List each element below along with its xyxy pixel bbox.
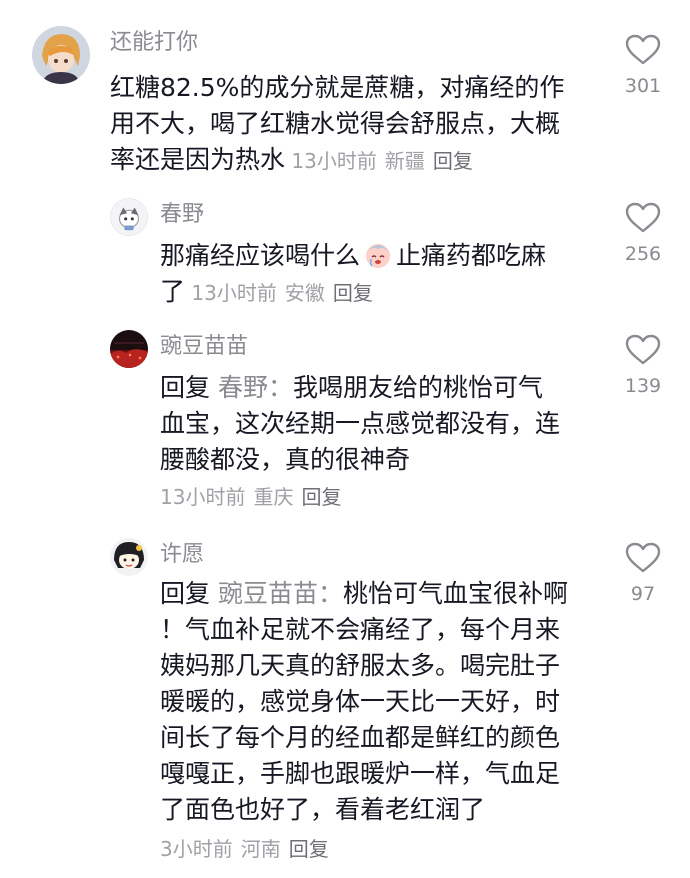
cartoon-girl-avatar-icon [110,538,148,576]
reply-item: 春野 那痛经应该喝什么 止痛药都吃麻 了 13小时前 安徽 回复 256 [0,190,690,310]
like-button[interactable]: 301 [613,34,673,98]
comment-text-fragment: 了 [160,277,186,306]
heart-outline-icon [625,202,661,233]
comment-text-fragment: 我喝朋友给的桃怡可气 [292,373,543,402]
comment-meta: 13小时前 新疆 回复 [285,149,473,173]
anime-girl-avatar-icon [32,26,90,84]
comment-location: 新疆 [384,149,425,173]
comment-time: 13小时前 [160,485,246,509]
comment-text-line: 了 13小时前 安徽 回复 [160,274,546,310]
comment-text-line: 回复 春野：我喝朋友给的桃怡可气 [160,370,560,406]
like-count: 139 [624,375,662,397]
like-button[interactable]: 97 [613,542,673,606]
reply-item: 许愿 回复 豌豆苗苗：桃怡可气血宝很补啊 ！气血补足就不会痛经了，每个月来 姨妈… [0,530,690,870]
comment-time: 13小时前 [291,149,377,173]
crying-face-emoji [366,244,391,268]
comment-text-line: 回复 豌豆苗苗：桃怡可气血宝很补啊 [160,576,568,612]
reply-button[interactable]: 回复 [333,281,373,305]
like-count: 97 [630,583,656,605]
comment-username[interactable]: 许愿 [160,540,204,570]
reply-button[interactable]: 回复 [433,149,473,173]
comment-text: 那痛经应该喝什么 止痛药都吃麻 了 13小时前 安徽 回复 [160,238,546,310]
comment-location: 河南 [240,837,281,861]
reply-target-username[interactable]: 春野： [218,373,293,402]
like-count: 256 [624,243,662,265]
comment-username[interactable]: 春野 [160,200,204,230]
like-button[interactable]: 139 [613,334,673,398]
cartoon-avatar-icon [111,199,147,235]
reply-target-username[interactable]: 豌豆苗苗： [218,579,343,608]
comment-text-line: 暖暖的，感觉身体一天比一天好，时 [160,687,561,716]
comment-text-line: 腰酸都没，真的很神奇 [160,445,411,474]
user-avatar[interactable] [32,26,90,84]
comment-location: 重庆 [253,485,294,509]
comment-meta: 13小时前 安徽 回复 [185,281,373,305]
red-scene-avatar-icon [110,330,148,368]
comment-time: 13小时前 [191,281,277,305]
comment-text-fragment: 桃怡可气血宝很补啊 [342,579,568,608]
like-button[interactable]: 256 [613,202,673,266]
comment-text-line: 率还是因为热水 13小时前 新疆 回复 [110,142,564,178]
heart-outline-icon [625,542,661,573]
comment-text-fragment: 那痛经应该喝什么 [160,241,361,270]
comment-text-line: 血宝，这次经期一点感觉都没有，连 [160,409,561,438]
comment-text: 回复 豌豆苗苗：桃怡可气血宝很补啊 ！气血补足就不会痛经了，每个月来 姨妈那几天… [160,576,568,828]
comment-text-line: 了面色也好了，看着老红润了 [160,795,486,824]
comment-meta: 13小时前 重庆 回复 [160,482,349,512]
reply-item: 豌豆苗苗 回复 春野：我喝朋友给的桃怡可气 血宝，这次经期一点感觉都没有，连 腰… [0,322,690,522]
comment-text-line: 红糖82.5%的成分就是蔗糖，对痛经的作 [110,73,565,102]
user-avatar[interactable] [110,198,148,236]
comment-text-line: 姨妈那几天真的舒服太多。喝完肚子 [160,651,561,680]
comment-text: 红糖82.5%的成分就是蔗糖，对痛经的作 用不大，喝了红糖水觉得会舒服点，大概 … [110,70,564,178]
reply-prefix: 回复 [160,579,211,608]
comment-text-fragment: 率还是因为热水 [110,145,286,174]
comment-location: 安徽 [284,281,325,305]
comment-text-fragment: 止痛药都吃麻 [396,241,547,270]
heart-outline-icon [625,34,661,65]
reply-prefix: 回复 [160,373,211,402]
reply-button[interactable]: 回复 [301,485,341,509]
heart-outline-icon [625,334,661,365]
comment-time: 3小时前 [160,837,233,861]
reply-button[interactable]: 回复 [289,837,329,861]
comment-text-line: ！气血补足就不会痛经了，每个月来 [160,615,561,644]
user-avatar[interactable] [110,538,148,576]
comment-username[interactable]: 豌豆苗苗 [160,332,248,362]
comment-text-line: 间长了每个月的经血都是鲜红的颜色 [160,723,561,752]
comment-meta: 3小时前 河南 回复 [160,834,337,864]
comment-text-line: 那痛经应该喝什么 止痛药都吃麻 [160,238,546,274]
like-count: 301 [624,75,662,97]
comment-text-line: 用不大，喝了红糖水觉得会舒服点，大概 [110,109,561,138]
comment-text: 回复 春野：我喝朋友给的桃怡可气 血宝，这次经期一点感觉都没有，连 腰酸都没，真… [160,370,560,478]
comment-username[interactable]: 还能打你 [110,28,198,58]
comment-text-line: 嘎嘎正，手脚也跟暖炉一样，气血足 [160,759,561,788]
comment-item: 还能打你 红糖82.5%的成分就是蔗糖，对痛经的作 用不大，喝了红糖水觉得会舒服… [0,0,690,190]
user-avatar[interactable] [110,330,148,368]
